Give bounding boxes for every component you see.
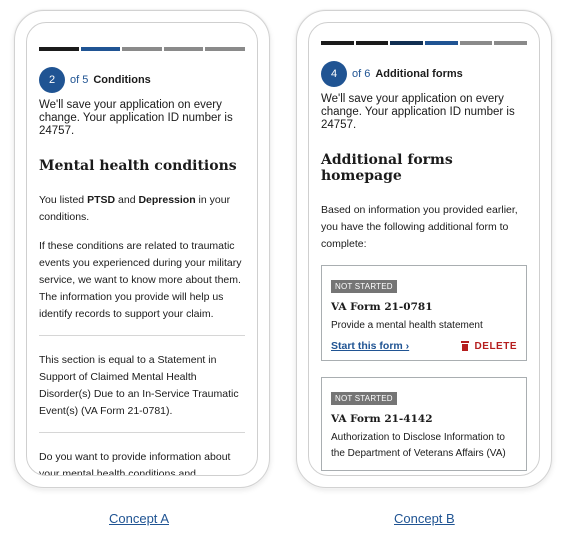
save-notice: We'll save your application on every cha…: [321, 93, 515, 131]
intro-text: Based on information you provided earlie…: [321, 204, 518, 250]
form-description: Provide a mental health statement: [331, 320, 483, 331]
progress-bar: [321, 41, 528, 45]
step-indicator: 2 of 5 Conditions: [39, 67, 245, 93]
progress-segment: [355, 41, 389, 45]
form-card: NOT STARTED VA Form 21-4142 Authorizatio…: [321, 377, 527, 471]
concept-a-link[interactable]: Concept A: [109, 511, 169, 526]
concept-b-screen[interactable]: 4 of 6 Additional forms We'll save your …: [308, 22, 540, 476]
progress-segment: [205, 47, 245, 51]
condition-ptsd: PTSD: [87, 194, 116, 206]
form-card: NOT STARTED VA Form 21-0781 Provide a me…: [321, 265, 527, 361]
delete-label: DELETE: [474, 340, 517, 352]
progress-segment: [122, 47, 162, 51]
text-fragment: and: [115, 194, 139, 206]
condition-depression: Depression: [138, 194, 196, 206]
section-equivalence-text: This section is equal to a Statement in …: [39, 354, 239, 417]
page-heading: Mental health conditions: [39, 158, 237, 174]
status-badge: NOT STARTED: [331, 280, 397, 293]
card-actions: Start this form › DELETE: [331, 340, 517, 352]
divider: [39, 432, 245, 433]
step-count: of 6: [352, 68, 371, 80]
start-form-link[interactable]: Start this form ›: [331, 340, 409, 352]
progress-segment: [494, 41, 528, 45]
progress-bar: [39, 47, 245, 51]
text-fragment: You listed: [39, 194, 88, 206]
step-indicator: 4 of 6 Additional forms: [321, 61, 527, 87]
step-number-badge: 4: [321, 61, 347, 87]
divider: [39, 335, 245, 336]
progress-segment: [459, 41, 493, 45]
step-title: Additional forms: [375, 68, 463, 80]
form-title: VA Form 21-4142: [331, 413, 433, 425]
progress-segment: [163, 47, 204, 51]
step-count: of 5: [70, 74, 89, 86]
concept-a-phone-frame: 2 of 5 Conditions We'll save your applic…: [14, 10, 270, 488]
related-conditions-text: If these conditions are related to traum…: [39, 240, 242, 320]
form-description: Authorization to Disclose Information to…: [331, 432, 506, 459]
delete-button[interactable]: DELETE: [460, 340, 517, 352]
step-title: Conditions: [93, 74, 151, 86]
concept-b-link[interactable]: Concept B: [394, 511, 455, 526]
status-badge: NOT STARTED: [331, 392, 397, 405]
progress-segment: [425, 41, 458, 45]
progress-segment: [321, 41, 354, 45]
progress-segment: [39, 47, 79, 51]
question-text: Do you want to provide information about…: [39, 451, 231, 476]
concept-b-phone-frame: 4 of 6 Additional forms We'll save your …: [296, 10, 552, 488]
concept-a-screen[interactable]: 2 of 5 Conditions We'll save your applic…: [26, 22, 258, 476]
save-notice: We'll save your application on every cha…: [39, 99, 233, 137]
form-title: VA Form 21-0781: [331, 301, 433, 313]
page-heading: Additional forms homepage: [321, 152, 453, 184]
step-number-badge: 2: [39, 67, 65, 93]
progress-segment: [390, 41, 424, 45]
progress-segment: [80, 47, 121, 51]
listed-conditions-text: You listed PTSD and Depression in your c…: [39, 192, 245, 226]
trash-icon: [460, 341, 469, 351]
